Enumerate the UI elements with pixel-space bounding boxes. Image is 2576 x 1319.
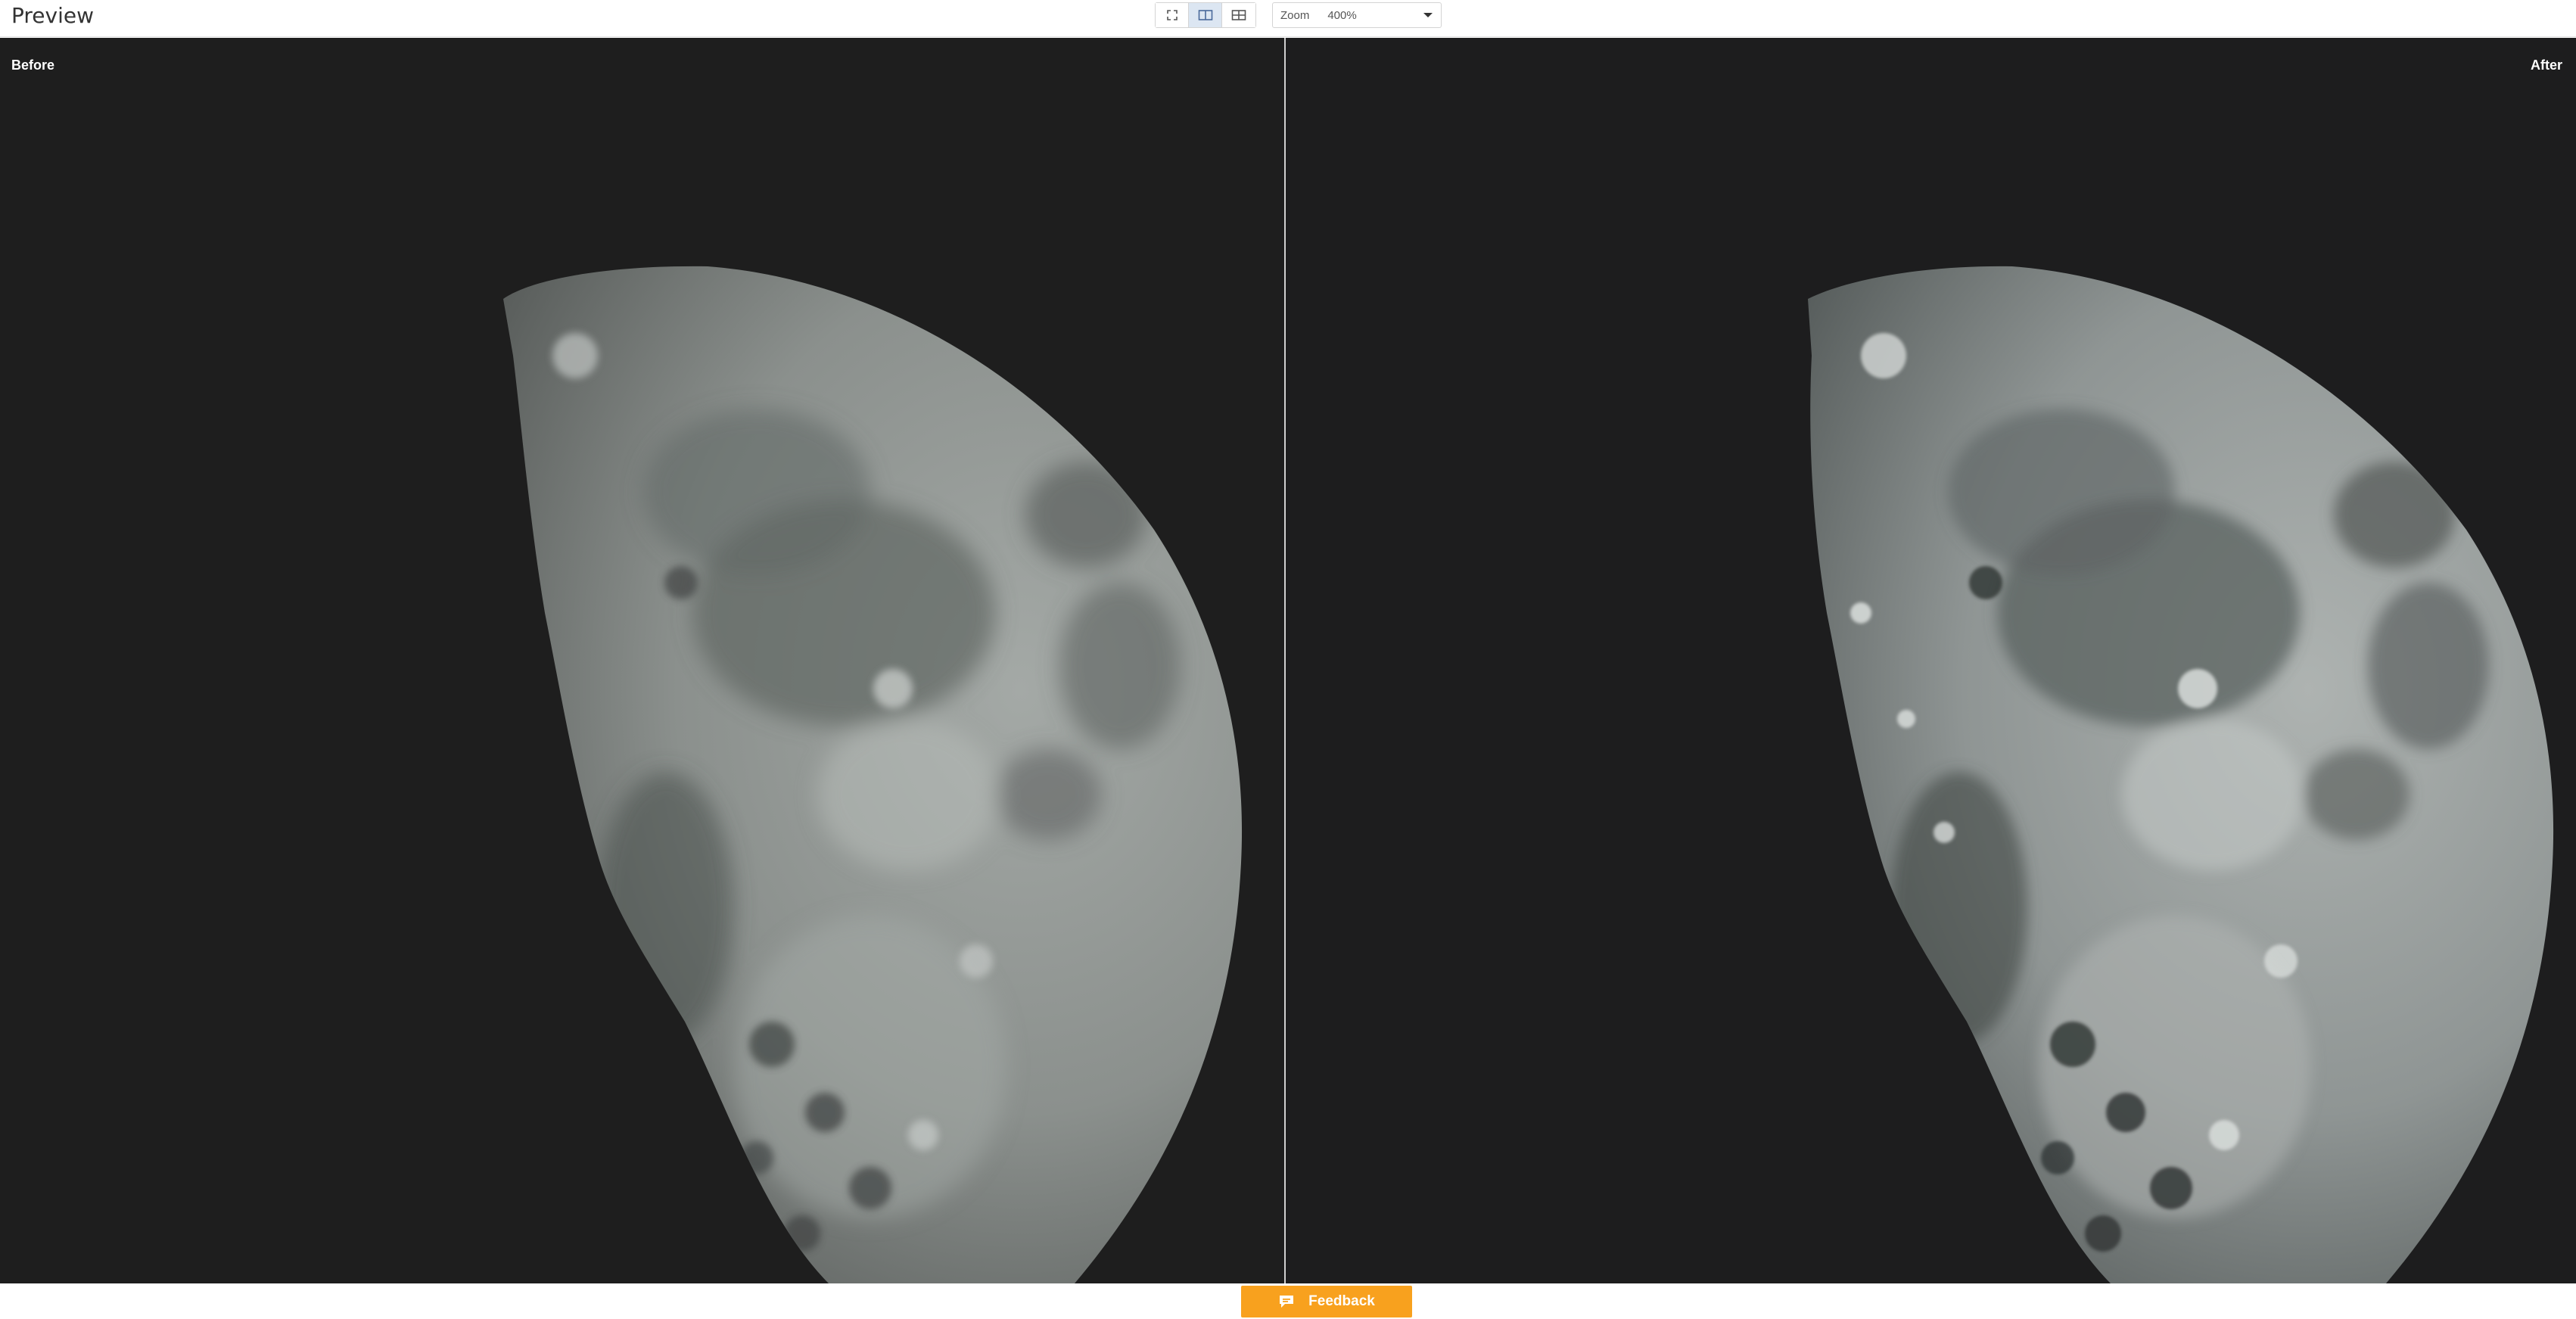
feedback-label: Feedback bbox=[1308, 1293, 1375, 1309]
split-columns-icon bbox=[1198, 10, 1212, 20]
preview-stage: Before After bbox=[0, 38, 2576, 1283]
page-title: Preview bbox=[11, 3, 94, 28]
grid-compare-icon bbox=[1231, 10, 1246, 20]
before-moon-image bbox=[503, 266, 1243, 1283]
zoom-label: Zoom bbox=[1280, 8, 1310, 22]
before-pane: Before bbox=[0, 38, 1284, 1283]
chevron-down-icon bbox=[1423, 13, 1433, 17]
expand-icon bbox=[1166, 10, 1178, 20]
after-pane: After bbox=[1286, 38, 2576, 1283]
zoom-select[interactable]: Zoom 400% bbox=[1272, 2, 1442, 28]
split-view-button[interactable] bbox=[1189, 3, 1222, 27]
chat-bubble-icon bbox=[1280, 1296, 1294, 1308]
fullscreen-view-button[interactable] bbox=[1156, 3, 1189, 27]
after-moon-image bbox=[1808, 266, 2554, 1283]
footer-bar: Feedback bbox=[0, 1283, 2576, 1319]
before-label: Before bbox=[11, 58, 55, 73]
after-label: After bbox=[2530, 58, 2562, 73]
feedback-button[interactable]: Feedback bbox=[1241, 1286, 1412, 1317]
zoom-value: 400% bbox=[1327, 8, 1357, 22]
preview-header: Preview Zoom 400% bbox=[0, 0, 2576, 37]
view-mode-toggle bbox=[1155, 2, 1256, 28]
side-by-side-view-button[interactable] bbox=[1222, 3, 1255, 27]
